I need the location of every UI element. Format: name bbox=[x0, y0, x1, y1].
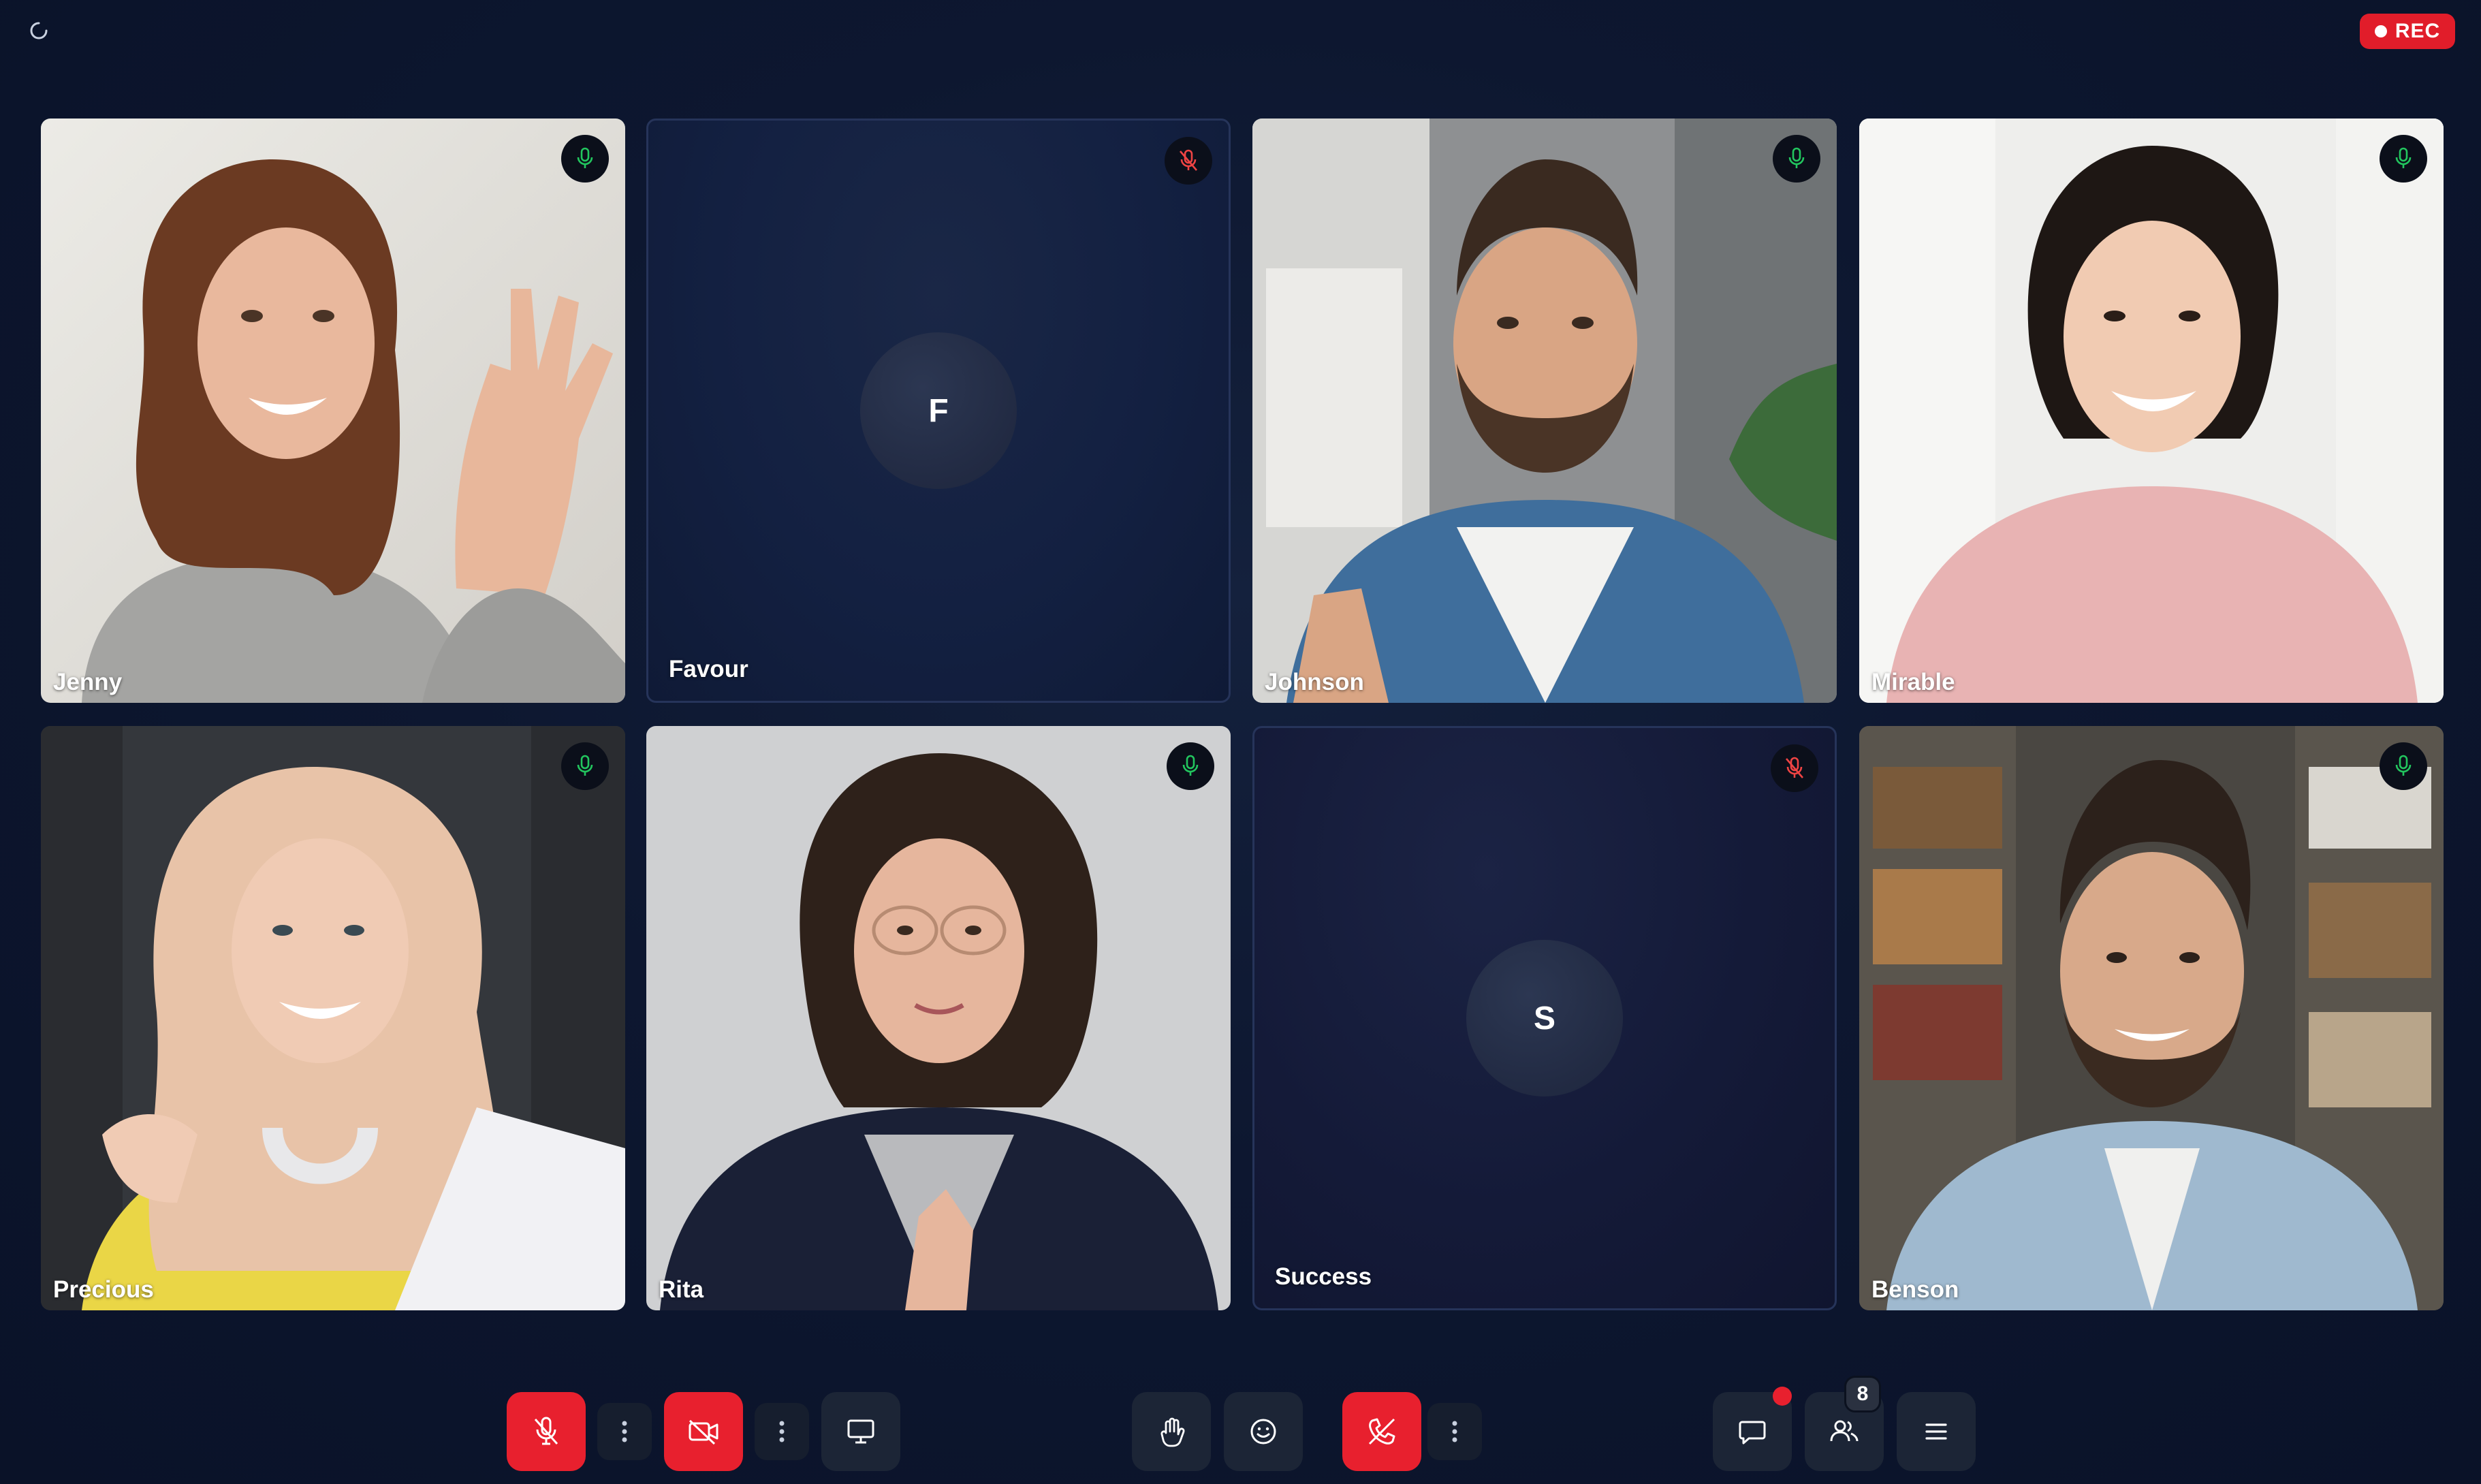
screen-share-icon bbox=[847, 1419, 874, 1444]
participants-icon bbox=[1830, 1420, 1859, 1442]
participant-name: Mirable bbox=[1871, 669, 1955, 695]
reactions-button[interactable] bbox=[1224, 1392, 1303, 1471]
camera-options-button[interactable] bbox=[755, 1403, 809, 1460]
share-screen-button[interactable] bbox=[821, 1392, 900, 1471]
chat-icon bbox=[1739, 1421, 1766, 1444]
more-vertical-icon bbox=[622, 1421, 627, 1442]
emoji-icon bbox=[1250, 1419, 1276, 1444]
recording-badge: REC bbox=[2360, 14, 2455, 49]
raise-hand-icon bbox=[1160, 1417, 1185, 1447]
mic-off-icon bbox=[534, 1417, 558, 1445]
participant-count-badge: 8 bbox=[1844, 1376, 1881, 1412]
participant-tile-precious[interactable]: Precious bbox=[41, 726, 625, 1310]
chat-button[interactable] bbox=[1713, 1387, 1792, 1471]
participant-name: Rita bbox=[659, 1276, 704, 1303]
camera-toggle-button[interactable] bbox=[664, 1392, 743, 1471]
participant-video bbox=[1859, 119, 2444, 703]
participant-name: Johnson bbox=[1265, 669, 1364, 695]
end-call-icon bbox=[1368, 1418, 1395, 1445]
participant-video bbox=[41, 726, 625, 1310]
participant-tile-favour[interactable]: F Favour bbox=[646, 119, 1231, 703]
participant-name: Benson bbox=[1871, 1276, 1959, 1303]
mic-muted-icon bbox=[1165, 137, 1212, 185]
mic-on-icon bbox=[2380, 742, 2427, 790]
call-options-button[interactable] bbox=[1427, 1403, 1482, 1460]
loading-spinner-icon bbox=[29, 20, 49, 41]
video-off-icon bbox=[689, 1419, 718, 1445]
menu-button[interactable] bbox=[1897, 1392, 1976, 1471]
mic-on-icon bbox=[561, 135, 609, 183]
participant-video bbox=[41, 119, 625, 703]
participants-button[interactable]: 8 bbox=[1805, 1376, 1884, 1471]
participant-tile-benson[interactable]: Benson bbox=[1859, 726, 2444, 1310]
participant-name: Precious bbox=[53, 1276, 154, 1303]
participant-tile-jenny[interactable]: Jenny bbox=[41, 119, 625, 703]
mic-on-icon bbox=[2380, 135, 2427, 183]
mic-on-icon bbox=[1167, 742, 1214, 790]
participant-tile-johnson[interactable]: Johnson bbox=[1252, 119, 1837, 703]
mic-options-button[interactable] bbox=[597, 1403, 652, 1460]
participant-name: Success bbox=[1275, 1263, 1372, 1290]
participant-name: Jenny bbox=[53, 669, 123, 695]
mic-muted-icon bbox=[1771, 744, 1818, 792]
mic-on-icon bbox=[1773, 135, 1820, 183]
participant-name: Favour bbox=[669, 656, 748, 682]
chat-notification-dot bbox=[1773, 1387, 1792, 1406]
end-call-button[interactable] bbox=[1342, 1392, 1421, 1471]
raise-hand-button[interactable] bbox=[1132, 1392, 1211, 1471]
recording-dot-icon bbox=[2374, 25, 2387, 37]
participant-video bbox=[1252, 119, 1837, 703]
avatar: F bbox=[860, 332, 1017, 489]
recording-label: REC bbox=[2395, 20, 2441, 42]
participant-video bbox=[1859, 726, 2444, 1310]
participant-tile-rita[interactable]: Rita bbox=[646, 726, 1231, 1310]
more-vertical-icon bbox=[1452, 1421, 1457, 1442]
participant-video bbox=[646, 726, 1231, 1310]
more-vertical-icon bbox=[779, 1421, 785, 1442]
participant-tile-success[interactable]: S Success bbox=[1252, 726, 1837, 1310]
participant-tile-mirable[interactable]: Mirable bbox=[1859, 119, 2444, 703]
mute-mic-button[interactable] bbox=[507, 1392, 586, 1471]
menu-icon bbox=[1925, 1423, 1947, 1440]
avatar: S bbox=[1466, 940, 1623, 1096]
mic-on-icon bbox=[561, 742, 609, 790]
